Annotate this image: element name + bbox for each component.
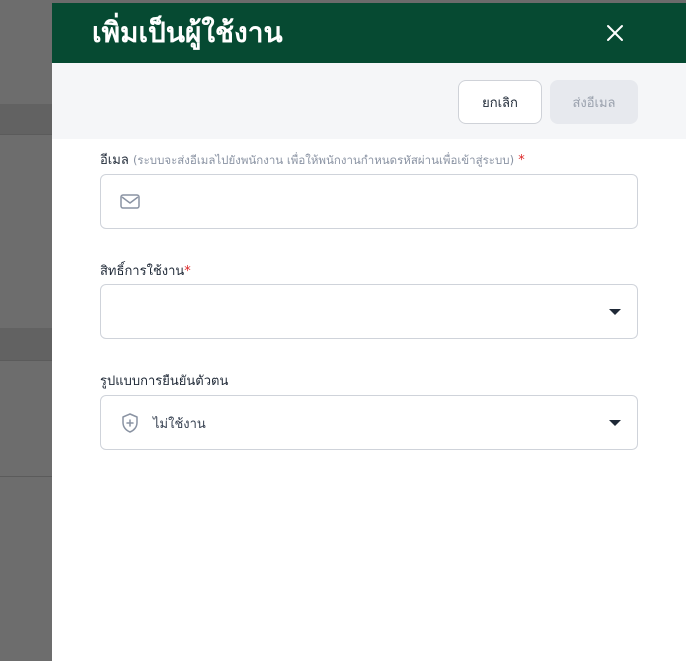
cancel-button[interactable]: ยกเลิก xyxy=(458,80,542,124)
backdrop-divider xyxy=(0,360,52,361)
chevron-down-icon xyxy=(609,309,621,315)
permission-label: สิทธิ์การใช้งาน* xyxy=(100,260,191,281)
backdrop-band xyxy=(0,104,52,134)
close-button[interactable] xyxy=(600,18,630,48)
backdrop-divider xyxy=(0,134,52,135)
close-icon xyxy=(607,25,623,41)
page-backdrop[interactable] xyxy=(0,0,52,661)
auth-method-select-value: ไม่ใช้งาน xyxy=(153,417,206,432)
auth-method-label: รูปแบบการยืนยันตัวตน xyxy=(100,370,228,391)
email-hint: (ระบบจะส่งอีเมลไปยังพนักงาน เพื่อให้พนัก… xyxy=(132,153,515,167)
auth-method-select[interactable]: ไม่ใช้งาน xyxy=(100,395,638,450)
email-field[interactable] xyxy=(100,174,638,229)
auth-method-label-text: รูปแบบการยืนยันตัวตน xyxy=(100,374,229,389)
email-label-text: อีเมล xyxy=(100,153,129,168)
drawer-title: เพิ่มเป็นผู้ใช้งาน xyxy=(92,16,283,49)
action-bar: ยกเลิก ส่งอีเมล xyxy=(52,63,686,139)
send-email-button[interactable]: ส่งอีเมล xyxy=(550,80,638,124)
email-required-mark: * xyxy=(518,153,525,168)
email-input[interactable] xyxy=(147,185,617,218)
permission-required-mark: * xyxy=(184,264,191,279)
backdrop-band xyxy=(0,328,52,360)
permission-label-text: สิทธิ์การใช้งาน xyxy=(100,264,185,279)
chevron-down-icon xyxy=(609,420,621,426)
drawer-header: เพิ่มเป็นผู้ใช้งาน xyxy=(52,3,686,63)
add-user-drawer: เพิ่มเป็นผู้ใช้งาน ยกเลิก ส่งอีเมล อีเมล… xyxy=(52,3,686,661)
permission-select[interactable] xyxy=(100,284,638,339)
email-label: อีเมล (ระบบจะส่งอีเมลไปยังพนักงาน เพื่อใ… xyxy=(100,149,525,170)
backdrop-divider xyxy=(0,476,52,477)
envelope-icon xyxy=(119,192,141,212)
shield-plus-icon xyxy=(119,412,141,433)
